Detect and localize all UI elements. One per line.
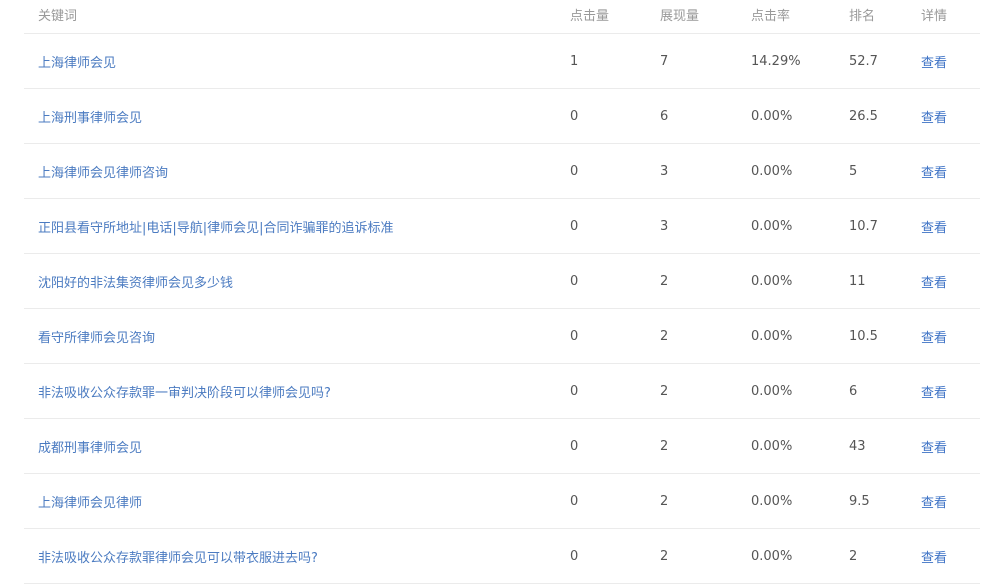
table-header: 关键词 点击量 展现量 点击率 排名 详情: [24, 0, 980, 34]
impressions-value: 6: [660, 108, 669, 124]
keyword-link[interactable]: 上海律师会见律师咨询: [38, 144, 168, 198]
clicks-value: 0: [570, 328, 579, 344]
header-impressions: 展现量: [660, 9, 700, 24]
impressions-value: 2: [660, 383, 669, 399]
view-detail-link[interactable]: 查看: [921, 34, 947, 88]
table-row: 看守所律师会见咨询 0 2 0.00% 10.5 查看: [24, 309, 980, 364]
clicks-value: 0: [570, 108, 579, 124]
clicks-value: 0: [570, 548, 579, 564]
rank-value: 11: [849, 273, 866, 289]
ctr-value: 14.29%: [751, 53, 801, 69]
rank-value: 10.7: [849, 218, 878, 234]
keyword-link[interactable]: 上海律师会见: [38, 34, 116, 88]
view-detail-link[interactable]: 查看: [921, 529, 947, 583]
rank-value: 6: [849, 383, 858, 399]
view-detail-link[interactable]: 查看: [921, 419, 947, 473]
view-detail-link[interactable]: 查看: [921, 89, 947, 143]
ctr-value: 0.00%: [751, 383, 793, 399]
impressions-value: 3: [660, 218, 669, 234]
ctr-value: 0.00%: [751, 108, 793, 124]
table-row: 上海律师会见律师 0 2 0.00% 9.5 查看: [24, 474, 980, 529]
table-row: 沈阳好的非法集资律师会见多少钱 0 2 0.00% 11 查看: [24, 254, 980, 309]
header-ctr: 点击率: [751, 9, 791, 24]
header-clicks: 点击量: [570, 9, 610, 24]
rank-value: 26.5: [849, 108, 878, 124]
impressions-value: 2: [660, 548, 669, 564]
keyword-link[interactable]: 成都刑事律师会见: [38, 419, 142, 473]
table-row: 正阳县看守所地址|电话|导航|律师会见|合同诈骗罪的追诉标准 0 3 0.00%…: [24, 199, 980, 254]
header-detail: 详情: [921, 9, 948, 24]
clicks-value: 0: [570, 438, 579, 454]
ctr-value: 0.00%: [751, 218, 793, 234]
clicks-value: 0: [570, 218, 579, 234]
table-row: 上海律师会见 1 7 14.29% 52.7 查看: [24, 34, 980, 89]
table-row: 上海律师会见律师咨询 0 3 0.00% 5 查看: [24, 144, 980, 199]
view-detail-link[interactable]: 查看: [921, 199, 947, 253]
impressions-value: 7: [660, 53, 669, 69]
header-keyword: 关键词: [38, 9, 78, 24]
table-row: 上海刑事律师会见 0 6 0.00% 26.5 查看: [24, 89, 980, 144]
keyword-table: 关键词 点击量 展现量 点击率 排名 详情 上海律师会见 1 7 14.29% …: [24, 0, 980, 584]
keyword-link[interactable]: 正阳县看守所地址|电话|导航|律师会见|合同诈骗罪的追诉标准: [38, 199, 394, 253]
rank-value: 10.5: [849, 328, 878, 344]
table-row: 成都刑事律师会见 0 2 0.00% 43 查看: [24, 419, 980, 474]
view-detail-link[interactable]: 查看: [921, 254, 947, 308]
rank-value: 43: [849, 438, 866, 454]
ctr-value: 0.00%: [751, 273, 793, 289]
impressions-value: 2: [660, 438, 669, 454]
clicks-value: 0: [570, 163, 579, 179]
keyword-link[interactable]: 上海律师会见律师: [38, 474, 142, 528]
view-detail-link[interactable]: 查看: [921, 309, 947, 363]
keyword-link[interactable]: 沈阳好的非法集资律师会见多少钱: [38, 254, 233, 308]
ctr-value: 0.00%: [751, 438, 793, 454]
ctr-value: 0.00%: [751, 328, 793, 344]
rank-value: 9.5: [849, 493, 870, 509]
view-detail-link[interactable]: 查看: [921, 474, 947, 528]
keyword-link[interactable]: 非法吸收公众存款罪一审判决阶段可以律师会见吗?: [38, 364, 331, 418]
view-detail-link[interactable]: 查看: [921, 364, 947, 418]
clicks-value: 0: [570, 273, 579, 289]
keyword-link[interactable]: 非法吸收公众存款罪律师会见可以带衣服进去吗?: [38, 529, 318, 583]
keyword-link[interactable]: 上海刑事律师会见: [38, 89, 142, 143]
ctr-value: 0.00%: [751, 548, 793, 564]
impressions-value: 2: [660, 273, 669, 289]
impressions-value: 2: [660, 328, 669, 344]
view-detail-link[interactable]: 查看: [921, 144, 947, 198]
rank-value: 5: [849, 163, 858, 179]
ctr-value: 0.00%: [751, 493, 793, 509]
rank-value: 2: [849, 548, 858, 564]
table-row: 非法吸收公众存款罪一审判决阶段可以律师会见吗? 0 2 0.00% 6 查看: [24, 364, 980, 419]
clicks-value: 0: [570, 383, 579, 399]
header-rank: 排名: [849, 9, 876, 24]
table-row: 非法吸收公众存款罪律师会见可以带衣服进去吗? 0 2 0.00% 2 查看: [24, 529, 980, 584]
rank-value: 52.7: [849, 53, 878, 69]
ctr-value: 0.00%: [751, 163, 793, 179]
keyword-link[interactable]: 看守所律师会见咨询: [38, 309, 155, 363]
impressions-value: 2: [660, 493, 669, 509]
clicks-value: 1: [570, 53, 579, 69]
clicks-value: 0: [570, 493, 579, 509]
impressions-value: 3: [660, 163, 669, 179]
